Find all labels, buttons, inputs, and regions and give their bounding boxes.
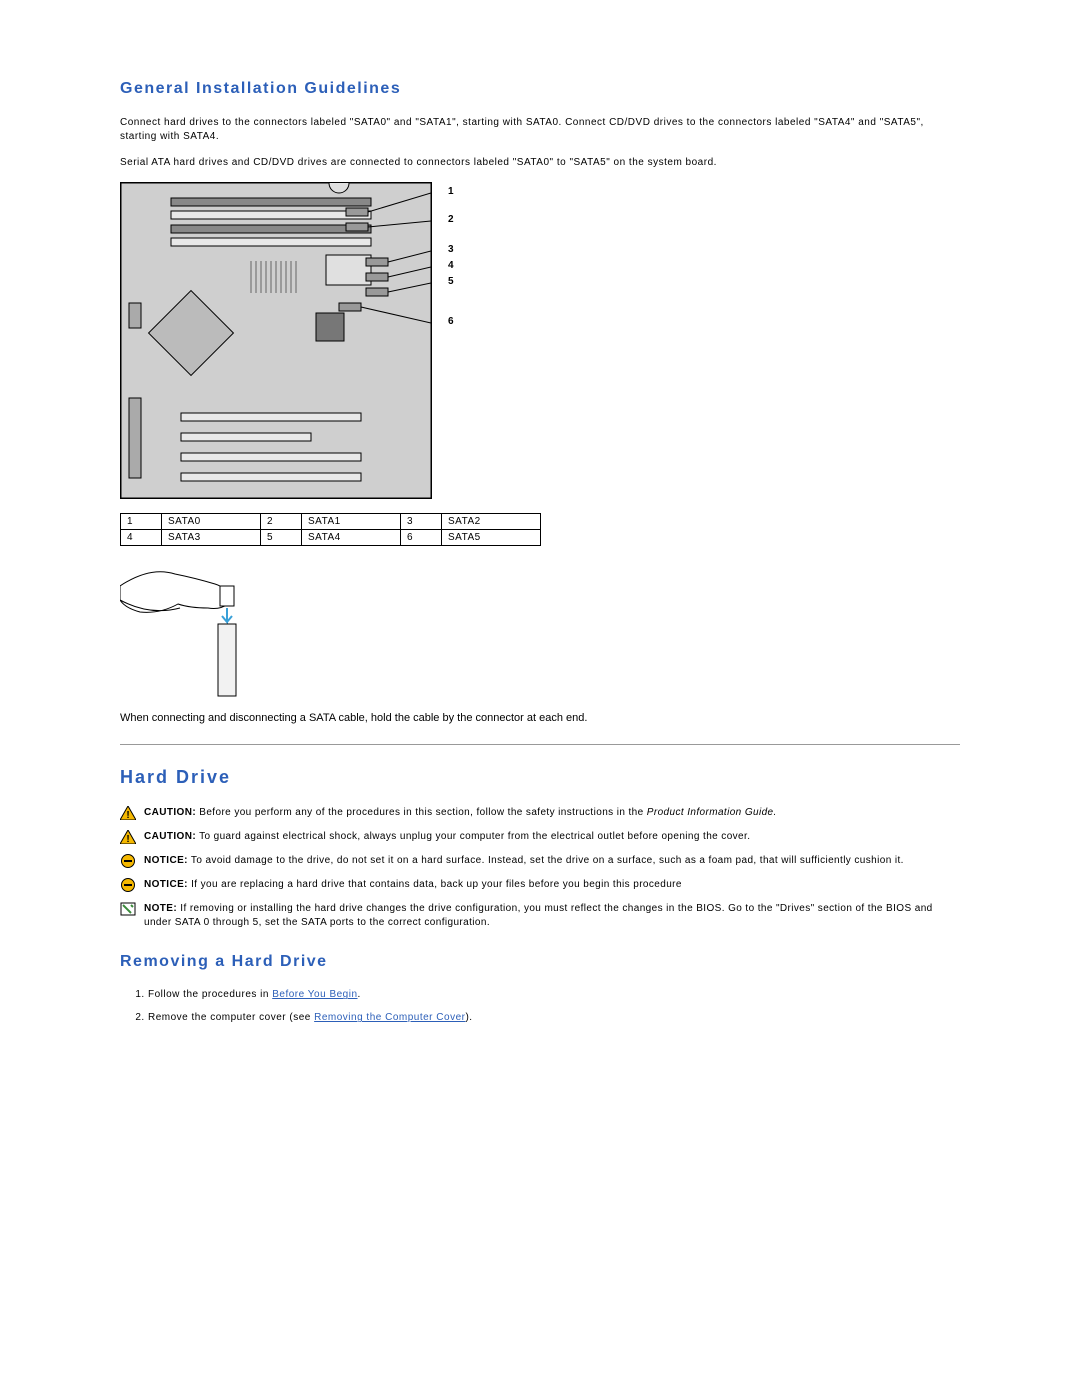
notice-text: NOTICE: If you are replacing a hard driv…: [144, 878, 682, 892]
table-row: 4 SATA3 5 SATA4 6 SATA5: [121, 530, 541, 546]
figure-motherboard-wrapper: 1 2 3 4 5 6: [120, 182, 450, 499]
heading-general-installation: General Installation Guidelines: [120, 80, 960, 98]
mb-label-4: 4: [448, 260, 454, 271]
section-divider: [120, 744, 960, 745]
cell-num: 3: [401, 514, 442, 530]
caution-icon: !: [120, 830, 136, 844]
caution-row: ! CAUTION: To guard against electrical s…: [120, 830, 960, 844]
mb-label-1: 1: [448, 186, 454, 197]
heading-hard-drive: Hard Drive: [120, 767, 960, 788]
mb-label-6: 6: [448, 316, 454, 327]
sata-connector-table: 1 SATA0 2 SATA1 3 SATA2 4 SATA3 5 SATA4 …: [120, 513, 541, 546]
notice-row: NOTICE: To avoid damage to the drive, do…: [120, 854, 960, 868]
cell-val: SATA5: [442, 530, 541, 546]
list-item: Remove the computer cover (see Removing …: [148, 1012, 960, 1023]
notice-row: NOTICE: If you are replacing a hard driv…: [120, 878, 960, 892]
link-removing-computer-cover[interactable]: Removing the Computer Cover: [314, 1012, 465, 1023]
note-row: NOTE: If removing or installing the hard…: [120, 902, 960, 929]
table-row: 1 SATA0 2 SATA1 3 SATA2: [121, 514, 541, 530]
cell-num: 2: [261, 514, 302, 530]
caution-row: ! CAUTION: Before you perform any of the…: [120, 806, 960, 820]
caution-text: CAUTION: To guard against electrical sho…: [144, 830, 750, 844]
cell-val: SATA1: [302, 514, 401, 530]
list-item: Follow the procedures in Before You Begi…: [148, 989, 960, 1000]
mb-label-5: 5: [448, 276, 454, 287]
note-icon: [120, 902, 136, 916]
cell-num: 5: [261, 530, 302, 546]
hand-holding-connector-illustration: [120, 556, 250, 701]
paragraph-cable-handling: When connecting and disconnecting a SATA…: [120, 711, 960, 726]
figure-sata-cable-handling: [120, 556, 250, 701]
removal-steps-list: Follow the procedures in Before You Begi…: [120, 989, 960, 1023]
paragraph-connect-drives: Connect hard drives to the connectors la…: [120, 116, 960, 144]
svg-text:!: !: [126, 810, 129, 820]
notice-icon: [120, 878, 136, 892]
cell-val: SATA0: [162, 514, 261, 530]
cell-num: 1: [121, 514, 162, 530]
mb-label-2: 2: [448, 214, 454, 225]
mb-label-3: 3: [448, 244, 454, 255]
notice-text: NOTICE: To avoid damage to the drive, do…: [144, 854, 904, 868]
cell-val: SATA3: [162, 530, 261, 546]
caution-icon: !: [120, 806, 136, 820]
caution-text: CAUTION: Before you perform any of the p…: [144, 806, 777, 820]
cell-val: SATA2: [442, 514, 541, 530]
heading-removing-hard-drive: Removing a Hard Drive: [120, 953, 960, 971]
svg-text:!: !: [126, 834, 129, 844]
cell-num: 4: [121, 530, 162, 546]
motherboard-illustration: [121, 183, 431, 498]
notice-icon: [120, 854, 136, 868]
cell-num: 6: [401, 530, 442, 546]
figure-motherboard-image: [120, 182, 432, 499]
paragraph-serial-ata: Serial ATA hard drives and CD/DVD drives…: [120, 156, 960, 170]
cell-val: SATA4: [302, 530, 401, 546]
note-text: NOTE: If removing or installing the hard…: [144, 902, 960, 929]
link-before-you-begin[interactable]: Before You Begin: [272, 989, 357, 1000]
